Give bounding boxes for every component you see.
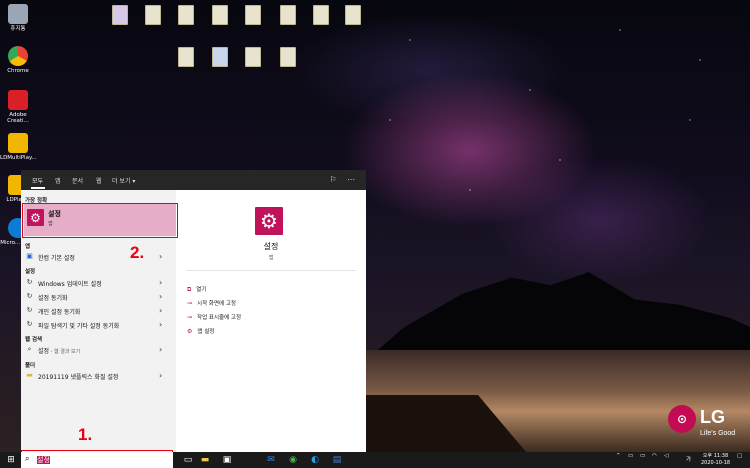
chrome-taskbar-icon[interactable]: ◉: [287, 454, 299, 466]
action-app-settings[interactable]: ⚙ 앱 설정: [187, 327, 214, 335]
tab-more[interactable]: 더 보기 ▾: [112, 176, 135, 185]
taskbar: ⊞ ⌕ 설정 ▭ ▬ ▣ ✉ ◉ ◐ ▤ ⌃ ▭ ▭ ◠ ◁ 가 오후 11:3…: [0, 452, 750, 468]
result-item-explorer-sync[interactable]: ↻ 파일 탐색기 및 기타 설정 동기화 ›: [21, 319, 176, 331]
result-item-sync-settings[interactable]: ↻ 설정 동기화 ›: [21, 291, 176, 303]
lg-slogan: Life's Good: [700, 430, 736, 437]
search-filter-bar: 모두 앱 문서 웹 더 보기 ▾ ⚐ ⋯: [21, 170, 366, 190]
sync-icon: ↻: [26, 292, 33, 300]
file-icon[interactable]: [178, 5, 194, 25]
tray-show-hidden-icon[interactable]: ⌃: [616, 453, 621, 459]
desktop-icon-ldmultiplayer[interactable]: LDMultiPlay...: [0, 133, 37, 161]
section-settings: 설정: [25, 269, 36, 275]
desktop-icon-chrome[interactable]: Chrome: [0, 46, 36, 74]
clock-date: 2020-10-18: [701, 460, 731, 466]
tray-wifi-icon[interactable]: ◠: [652, 453, 657, 459]
lg-brand-logo: ⊙ LG Life's Good: [668, 403, 748, 443]
section-web-search: 웹 검색: [25, 337, 43, 343]
chevron-right-icon[interactable]: ›: [159, 371, 162, 380]
word-icon[interactable]: ▤: [331, 454, 343, 466]
more-options-icon[interactable]: ⋯: [346, 175, 356, 185]
store-icon[interactable]: ▣: [221, 454, 233, 466]
chevron-right-icon[interactable]: ›: [159, 320, 162, 329]
file-explorer-icon[interactable]: ▬: [199, 454, 211, 466]
tray-ime-indicator[interactable]: 가: [686, 455, 691, 463]
sync-icon: ↻: [26, 306, 33, 314]
step-1-label: 1.: [78, 425, 93, 444]
sync-icon: ↻: [26, 278, 33, 286]
result-detail-pane: ⚙ 설정 앱 ⧉ 열기 ⊸ 시작 화면에 고정 ⊸ 작업 표시줄에 고정 ⚙ 앱 설정: [176, 190, 366, 452]
windows-start-icon[interactable]: ⊞: [5, 454, 17, 466]
file-icon[interactable]: [212, 5, 228, 25]
tab-all[interactable]: 모두: [32, 176, 43, 185]
desktop-icon-recycle-bin[interactable]: 휴지통: [0, 4, 36, 32]
settings-gear-icon: ⚙: [255, 207, 283, 235]
lg-logo-icon: ⊙: [668, 405, 696, 433]
result-item-windows-update[interactable]: ↻ Windows 업데이트 설정 ›: [21, 277, 176, 289]
divider: [186, 270, 356, 271]
lg-logo-text: LG: [700, 407, 725, 427]
chrome-icon: [8, 46, 28, 66]
search-icon: ⌕: [27, 345, 32, 353]
chevron-right-icon[interactable]: ›: [159, 252, 162, 261]
result-item-hancom-settings[interactable]: ▣ 한컴 기본 설정 ›: [21, 251, 176, 263]
pin-taskbar-icon: ⊸: [187, 314, 193, 321]
file-icon[interactable]: [112, 5, 128, 25]
result-item-personal-sync[interactable]: ↻ 개인 설정 동기화 ›: [21, 305, 176, 317]
file-icon[interactable]: [345, 5, 361, 25]
file-icon[interactable]: [178, 47, 194, 67]
taskbar-clock[interactable]: 오후 11:38 2020-10-18: [701, 453, 730, 467]
desktop-icon-adobe-cc[interactable]: Adobe Creati...: [0, 90, 36, 125]
tray-network-icon[interactable]: ▭: [628, 453, 633, 459]
taskbar-search-input[interactable]: ⌕ 설정: [21, 452, 173, 468]
file-icon[interactable]: [280, 5, 296, 25]
edge-taskbar-icon[interactable]: ◐: [309, 454, 321, 466]
adobe-cc-icon: [8, 90, 28, 110]
file-icon[interactable]: [280, 47, 296, 67]
notification-center-icon[interactable]: ▢: [737, 453, 742, 459]
section-apps: 앱: [25, 244, 31, 250]
mail-icon[interactable]: ✉: [265, 454, 277, 466]
chevron-right-icon[interactable]: ›: [159, 306, 162, 315]
action-pin-taskbar[interactable]: ⊸ 작업 표시줄에 고정: [187, 313, 241, 321]
search-icon: ⌕: [25, 454, 30, 463]
ldmultiplayer-icon: [8, 133, 28, 153]
folder-icon: ▬: [26, 371, 33, 379]
tab-documents[interactable]: 문서: [72, 176, 83, 185]
highlight-best-match: [22, 203, 178, 238]
recycle-bin-icon: [8, 4, 28, 24]
tab-web[interactable]: 웹: [96, 176, 102, 185]
open-icon: ⧉: [187, 286, 192, 293]
tray-notification-icon[interactable]: ▭: [640, 453, 645, 459]
result-item-folder[interactable]: ▬ 20191119 넷플릭스 화질 설정 ›: [21, 370, 176, 382]
detail-subtitle: 앱: [268, 255, 274, 261]
tab-apps[interactable]: 앱: [55, 176, 61, 185]
chevron-right-icon[interactable]: ›: [159, 345, 162, 354]
sync-icon: ↻: [26, 320, 33, 328]
file-icon[interactable]: [245, 47, 261, 67]
tab-active-indicator: [31, 187, 45, 189]
pin-start-icon: ⊸: [187, 300, 193, 307]
action-pin-start[interactable]: ⊸ 시작 화면에 고정: [187, 299, 236, 307]
section-folders: 폴더: [25, 363, 36, 369]
app-settings-icon: ⚙: [187, 328, 193, 335]
hancom-app-icon: ▣: [26, 252, 33, 260]
detail-title: 설정: [263, 242, 279, 251]
step-2-label: 2.: [130, 243, 145, 262]
file-icon[interactable]: [313, 5, 329, 25]
clock-time: 오후 11:38: [702, 453, 729, 459]
feedback-icon[interactable]: ⚐: [328, 175, 338, 185]
file-icon[interactable]: [145, 5, 161, 25]
file-icon[interactable]: [245, 5, 261, 25]
task-view-icon[interactable]: ▭: [182, 454, 194, 466]
chevron-right-icon[interactable]: ›: [159, 278, 162, 287]
tray-volume-icon[interactable]: ◁: [664, 453, 668, 459]
result-item-web-search[interactable]: ⌕ 설정 - 웹 결과 보기 ›: [21, 344, 176, 356]
action-open[interactable]: ⧉ 열기: [187, 285, 206, 294]
file-icon[interactable]: [212, 47, 228, 67]
chevron-right-icon[interactable]: ›: [159, 292, 162, 301]
